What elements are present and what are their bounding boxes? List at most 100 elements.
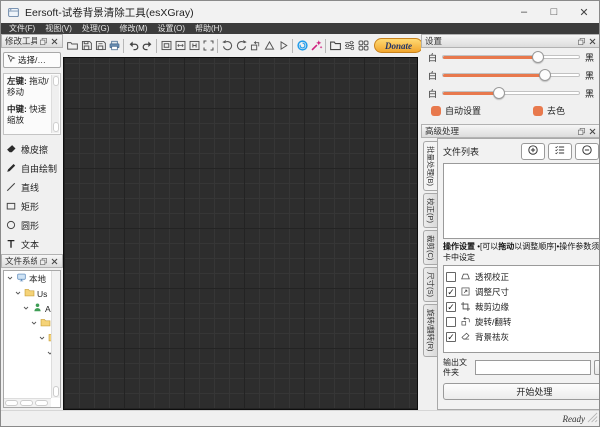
menu-item-4[interactable]: 设置(O) <box>152 23 190 34</box>
play-icon[interactable] <box>276 37 290 54</box>
slider-handle[interactable] <box>538 69 551 81</box>
operation-row[interactable]: ✓ 裁剪边缘 <box>446 299 599 314</box>
magic-wand-icon[interactable] <box>309 37 323 54</box>
free-rotate-icon[interactable] <box>248 37 262 54</box>
tool-rect[interactable]: 矩形 <box>5 197 63 216</box>
operation-checkbox[interactable]: ✓ <box>446 301 456 312</box>
advanced-tab-4[interactable]: 旋转/翻转(R) <box>423 304 437 357</box>
help-scrollbar[interactable] <box>51 75 59 133</box>
redo-icon[interactable] <box>140 37 154 54</box>
select-files-button[interactable] <box>547 143 572 161</box>
option-label: 自动设置 <box>445 106 482 116</box>
menu-item-0[interactable]: 文件(F) <box>4 23 40 34</box>
chevron-down-icon[interactable] <box>14 289 22 299</box>
advanced-tab-1[interactable]: 校正(P) <box>423 193 437 228</box>
minimize-button[interactable]: – <box>509 1 539 23</box>
slider-track[interactable] <box>442 51 580 63</box>
choose-folder-button[interactable]: 选择... <box>594 360 599 376</box>
operation-checkbox[interactable] <box>446 316 456 327</box>
operation-checkbox[interactable] <box>446 271 456 282</box>
tool-text[interactable]: 文本 <box>5 235 63 254</box>
scroll-up-icon[interactable] <box>52 76 59 86</box>
zoom-actual-icon[interactable] <box>159 37 173 54</box>
float-panel-icon[interactable] <box>577 37 586 46</box>
flip-vertical-icon[interactable] <box>262 37 276 54</box>
option-toggle-0[interactable]: 自动设置 <box>431 104 481 117</box>
resize-grip-icon[interactable] <box>587 412 598 425</box>
select-tool-button[interactable]: 选择/… <box>3 52 61 68</box>
output-folder-input[interactable] <box>475 360 592 376</box>
select-list-icon <box>554 143 566 161</box>
menu-item-2[interactable]: 处理(G) <box>77 23 115 34</box>
remove-files-button[interactable] <box>574 143 599 160</box>
tool-circle[interactable]: 圆形 <box>5 216 63 235</box>
tool-label: 直线 <box>21 183 40 193</box>
donate-button[interactable]: Donate <box>374 38 423 53</box>
add-files-button[interactable] <box>520 143 545 160</box>
scroll-left-icon[interactable] <box>5 400 18 406</box>
operation-row[interactable]: ✓ 背景祛灰 <box>446 329 599 344</box>
settings-sliders-icon[interactable] <box>342 37 356 54</box>
menu-item-3[interactable]: 修改(M) <box>114 23 152 34</box>
scroll-down-icon[interactable] <box>52 122 59 132</box>
print-icon[interactable] <box>107 37 121 54</box>
option-toggle-1[interactable]: 去色 <box>533 104 565 117</box>
tool-eraser[interactable]: 橡皮擦 <box>5 140 63 159</box>
threshold-slider-1: 白黑 <box>421 66 599 84</box>
batch-folder-icon[interactable] <box>328 37 342 54</box>
slider-track[interactable] <box>442 69 580 81</box>
thumbnail-grid-icon[interactable] <box>356 37 370 54</box>
close-panel-icon[interactable] <box>50 37 59 46</box>
maximize-button[interactable]: □ <box>539 1 569 23</box>
fit-width-icon[interactable] <box>173 37 187 54</box>
slider-black-label: 黑 <box>584 70 594 81</box>
chevron-down-icon[interactable] <box>6 274 14 284</box>
close-panel-icon[interactable] <box>50 257 59 266</box>
menu-item-5[interactable]: 帮助(H) <box>190 23 227 34</box>
close-panel-icon[interactable] <box>588 37 597 46</box>
operation-row[interactable]: ✓ 调整尺寸 <box>446 284 599 299</box>
open-folder-icon[interactable] <box>65 37 79 54</box>
tool-label: 橡皮擦 <box>21 145 49 155</box>
save-icon[interactable] <box>79 37 93 54</box>
tree-horizontal-scrollbar[interactable] <box>4 398 51 407</box>
rotate-right-icon[interactable] <box>234 37 248 54</box>
close-panel-icon[interactable] <box>588 127 597 136</box>
tree-node-label: 本地 <box>29 273 47 284</box>
file-list-box[interactable] <box>443 163 599 239</box>
auto-process-icon[interactable] <box>295 37 309 54</box>
scroll-right-icon[interactable] <box>35 400 48 406</box>
chevron-down-icon[interactable] <box>38 334 46 344</box>
operation-checkbox[interactable]: ✓ <box>446 331 456 342</box>
filesystem-panel-title: 文件系统 <box>5 256 37 266</box>
operation-checkbox[interactable]: ✓ <box>446 286 456 297</box>
slider-handle[interactable] <box>492 87 505 99</box>
fit-height-icon[interactable] <box>187 37 201 54</box>
fit-window-icon[interactable] <box>201 37 215 54</box>
image-canvas[interactable] <box>63 57 418 410</box>
float-panel-icon[interactable] <box>39 37 48 46</box>
advanced-tab-3[interactable]: 尺寸(S) <box>423 267 437 303</box>
operation-label: 背景祛灰 <box>475 331 510 342</box>
float-panel-icon[interactable] <box>577 127 586 136</box>
undo-icon[interactable] <box>126 37 140 54</box>
advanced-tab-2[interactable]: 裁剪(C) <box>423 230 437 266</box>
slider-track[interactable] <box>442 87 580 99</box>
chevron-down-icon[interactable] <box>30 319 38 329</box>
tool-pencil[interactable]: 自由绘制 <box>5 159 63 178</box>
float-panel-icon[interactable] <box>39 257 48 266</box>
start-processing-button[interactable]: 开始处理 <box>443 383 599 401</box>
tool-line[interactable]: 直线 <box>5 178 63 197</box>
scroll-thumb[interactable] <box>20 400 33 406</box>
slider-handle[interactable] <box>532 51 545 63</box>
settings-panel-title: 设置 <box>425 36 443 46</box>
advanced-tab-0[interactable]: 批量处理(B) <box>423 141 437 191</box>
tree-vertical-scrollbar[interactable] <box>51 271 60 398</box>
rotate-left-icon[interactable] <box>220 37 234 54</box>
chevron-down-icon[interactable] <box>22 304 30 314</box>
operation-row[interactable]: 透视校正 <box>446 269 599 284</box>
menu-item-1[interactable]: 视图(V) <box>40 23 77 34</box>
save-as-icon[interactable] <box>93 37 107 54</box>
close-button[interactable]: ✕ <box>569 1 599 23</box>
operation-row[interactable]: 旋转/翻转 <box>446 314 599 329</box>
